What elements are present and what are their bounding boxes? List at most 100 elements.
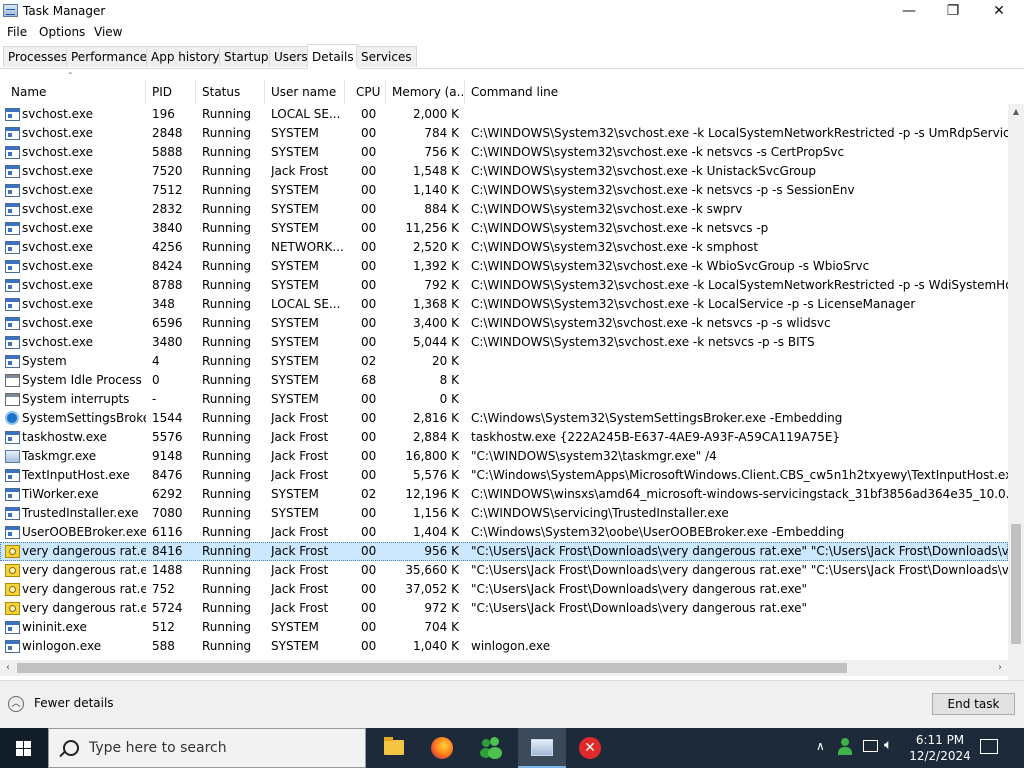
table-row[interactable]: svchost.exe 2848 Running SYSTEM 00 784 K C:\WI… <box>0 124 1008 143</box>
column-memory[interactable]: Memory (a... <box>386 80 465 104</box>
notification-center-icon[interactable] <box>980 739 998 754</box>
process-cpu: 00 <box>361 468 377 482</box>
show-hidden-icons-chevron-icon[interactable]: ∧ <box>816 739 825 779</box>
speaker-icon[interactable]: 🔈︎ <box>884 737 892 777</box>
taskbar-search-box[interactable]: Type here to search <box>48 728 366 768</box>
tab-details[interactable]: Details <box>307 44 359 69</box>
column-name[interactable]: Name <box>5 80 146 104</box>
table-row[interactable]: TrustedInstaller.exe 7080 Running SYSTEM 00 1… <box>0 504 1008 523</box>
chevron-up-icon[interactable]: ︿ <box>8 696 24 712</box>
table-row[interactable]: svchost.exe 4256 Running NETWORK... 00 2,520 … <box>0 238 1008 257</box>
table-row[interactable]: very dangerous rat.exe 5724 Running Jack Fr… <box>0 599 1008 618</box>
taskbar-file-explorer[interactable] <box>370 728 418 768</box>
vertical-scrollbar[interactable]: ▲ ▼ <box>1008 104 1024 680</box>
table-row[interactable]: Taskmgr.exe 9148 Running Jack Frost 00 16,800… <box>0 447 1008 466</box>
tab-startup[interactable]: Startup <box>219 46 274 67</box>
table-row[interactable]: svchost.exe 7520 Running Jack Frost 00 1,548 … <box>0 162 1008 181</box>
column-user-name[interactable]: User name <box>265 80 345 104</box>
column-command-line[interactable]: Command line <box>465 80 1008 104</box>
end-task-button[interactable]: End task <box>932 693 1015 715</box>
tab-processes[interactable]: Processes <box>3 46 73 67</box>
process-status: Running <box>202 164 252 178</box>
horizontal-scrollbar[interactable]: ‹ › <box>0 660 1008 676</box>
scroll-left-icon[interactable]: ‹ <box>0 660 16 676</box>
menu-view[interactable]: View <box>94 25 122 39</box>
horizontal-scroll-thumb[interactable] <box>17 663 847 673</box>
process-command-line: C:\WINDOWS\system32\svchost.exe -k netsv… <box>471 221 769 235</box>
table-row[interactable]: winlogon.exe 588 Running SYSTEM 00 1,040 K win… <box>0 637 1008 656</box>
process-memory: 756 K <box>424 145 459 159</box>
table-row[interactable]: UserOOBEBroker.exe 6116 Running Jack Frost 0… <box>0 523 1008 542</box>
process-memory: 1,404 K <box>412 525 459 539</box>
table-row[interactable]: svchost.exe 8424 Running SYSTEM 00 1,392 K C:\… <box>0 257 1008 276</box>
process-user: SYSTEM <box>271 354 319 368</box>
taskbar-task-manager[interactable] <box>518 728 566 768</box>
table-row[interactable]: very dangerous rat.exe 1488 Running Jack Fr… <box>0 561 1008 580</box>
scroll-right-icon[interactable]: › <box>992 660 1008 676</box>
table-row[interactable]: SystemSettingsBroke... 1544 Running Jack Fr… <box>0 409 1008 428</box>
task-manager-icon <box>531 739 553 756</box>
table-row[interactable]: svchost.exe 3840 Running SYSTEM 00 11,256 K C:… <box>0 219 1008 238</box>
column-pid[interactable]: PID <box>146 80 196 104</box>
table-row[interactable]: svchost.exe 3480 Running SYSTEM 00 5,044 K C:\… <box>0 333 1008 352</box>
table-row[interactable]: TiWorker.exe 6292 Running SYSTEM 02 12,196 K C… <box>0 485 1008 504</box>
service-process-icon <box>5 317 20 330</box>
minimize-button[interactable]: — <box>886 0 932 23</box>
process-pid: 2832 <box>152 202 183 216</box>
table-row[interactable]: System interrupts - Running SYSTEM 00 0 K <box>0 390 1008 409</box>
service-process-icon <box>5 279 20 292</box>
table-row[interactable]: svchost.exe 5888 Running SYSTEM 00 756 K C:\WI… <box>0 143 1008 162</box>
taskbar-firefox[interactable] <box>418 728 466 768</box>
table-row[interactable]: svchost.exe 6596 Running SYSTEM 00 3,400 K C:\… <box>0 314 1008 333</box>
menu-bar: File Options View <box>0 23 1024 43</box>
process-user: SYSTEM <box>271 487 319 501</box>
fewer-details-link[interactable]: Fewer details <box>34 696 114 710</box>
table-row[interactable]: svchost.exe 348 Running LOCAL SE... 00 1,368 … <box>0 295 1008 314</box>
start-button[interactable] <box>0 728 48 768</box>
maximize-button[interactable]: ❐ <box>930 0 976 23</box>
scroll-up-icon[interactable]: ▲ <box>1008 104 1024 120</box>
process-cpu: 00 <box>361 316 377 330</box>
process-name: System <box>22 354 67 368</box>
taskbar: Type here to search ✕ ∧ 🔈︎ 6:11 PM 12/2/… <box>0 728 1024 768</box>
table-row[interactable]: TextInputHost.exe 8476 Running Jack Frost 00… <box>0 466 1008 485</box>
column-cpu[interactable]: CPU <box>350 80 386 104</box>
service-process-icon <box>5 526 20 539</box>
tab-app-history[interactable]: App history <box>146 46 225 67</box>
process-status: Running <box>202 392 252 406</box>
table-row[interactable]: taskhostw.exe 5576 Running Jack Frost 00 2,88… <box>0 428 1008 447</box>
process-name: TiWorker.exe <box>22 487 99 501</box>
process-command-line <box>471 618 1008 637</box>
menu-file[interactable]: File <box>7 25 27 39</box>
process-command-line: "C:\WINDOWS\system32\taskmgr.exe" /4 <box>471 449 717 463</box>
process-name: svchost.exe <box>22 335 93 349</box>
clock[interactable]: 6:11 PM 12/2/2024 <box>905 732 975 764</box>
taskbar-red-x-app[interactable]: ✕ <box>566 728 614 768</box>
table-row[interactable]: wininit.exe 512 Running SYSTEM 00 704 K <box>0 618 1008 637</box>
close-button[interactable]: ✕ <box>976 0 1022 23</box>
table-row[interactable]: very dangerous rat.exe 8416 Running Jack Fr… <box>0 542 1008 561</box>
process-name: svchost.exe <box>22 278 93 292</box>
table-row[interactable]: svchost.exe 7512 Running SYSTEM 00 1,140 K C:\… <box>0 181 1008 200</box>
process-command-line: C:\WINDOWS\System32\svchost.exe -k Local… <box>471 297 916 311</box>
table-row[interactable]: System 4 Running SYSTEM 02 20 K <box>0 352 1008 371</box>
table-row[interactable]: svchost.exe 2832 Running SYSTEM 00 884 K C:\WI… <box>0 200 1008 219</box>
process-user: SYSTEM <box>271 316 319 330</box>
table-row[interactable]: svchost.exe 196 Running LOCAL SE... 00 2,000 … <box>0 105 1008 124</box>
vertical-scroll-thumb[interactable] <box>1011 524 1021 644</box>
table-row[interactable]: System Idle Process 0 Running SYSTEM 68 8 K <box>0 371 1008 390</box>
network-icon[interactable] <box>863 740 878 752</box>
table-row[interactable]: svchost.exe 8788 Running SYSTEM 00 792 K C:\WI… <box>0 276 1008 295</box>
menu-options[interactable]: Options <box>39 25 85 39</box>
process-command-line: "C:\Users\Jack Frost\Downloads\very dang… <box>471 582 808 596</box>
user-tray-icon[interactable] <box>838 738 854 756</box>
tab-performance[interactable]: Performance <box>66 46 153 67</box>
process-command-line: C:\WINDOWS\system32\svchost.exe -k WbioS… <box>471 259 870 273</box>
taskbar-people-app[interactable] <box>466 728 514 768</box>
tab-services[interactable]: Services <box>356 46 417 67</box>
process-cpu: 00 <box>361 601 377 615</box>
process-memory: 16,800 K <box>405 449 459 463</box>
column-status[interactable]: Status <box>196 80 265 104</box>
process-cpu: 00 <box>361 240 377 254</box>
table-row[interactable]: very dangerous rat.exe 752 Running Jack Fro… <box>0 580 1008 599</box>
